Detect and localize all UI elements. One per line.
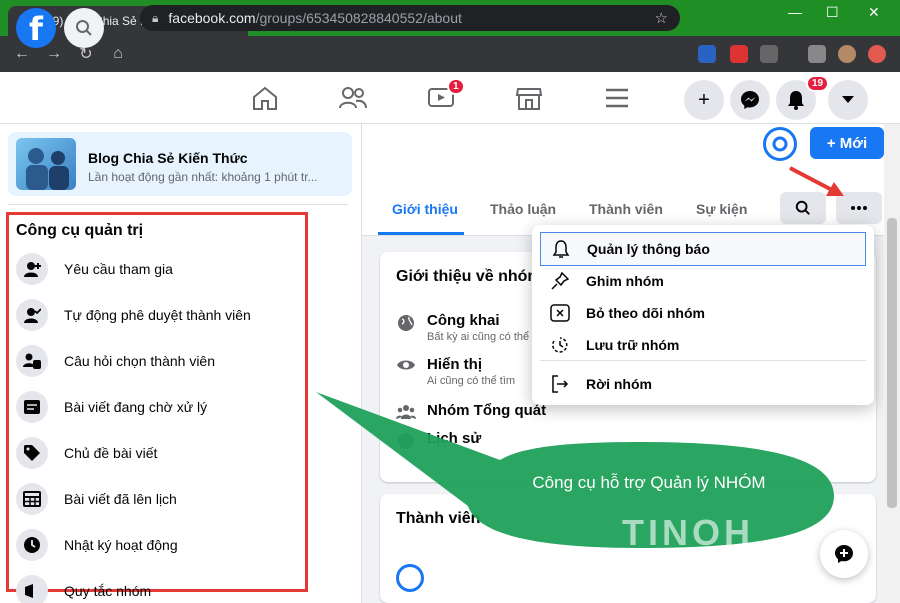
menu-item-archive-group[interactable]: Lưu trữ nhóm [540,328,866,362]
menu-item-label: Ghim nhóm [586,273,664,289]
watermark-text: TINOH [622,512,754,553]
menu-item-label: Rời nhóm [586,376,652,392]
unfollow-icon [548,304,572,322]
bell-icon [549,239,573,259]
group-options-menu: Quản lý thông báo Ghim nhóm Bỏ theo dõi … [532,225,874,405]
menu-item-label: Quản lý thông báo [587,241,710,257]
menu-item-unfollow-group[interactable]: Bỏ theo dõi nhóm [540,296,866,330]
pin-icon [548,272,572,290]
menu-divider [540,360,866,361]
leave-icon [548,375,572,393]
new-message-button[interactable] [820,530,868,578]
menu-item-label: Lưu trữ nhóm [586,337,680,353]
scrollbar-thumb[interactable] [887,218,897,508]
menu-item-manage-notifications[interactable]: Quản lý thông báo [540,232,866,266]
menu-item-label: Bỏ theo dõi nhóm [586,305,705,321]
callout-text: Công cụ hỗ trợ Quản lý NHÓM [532,473,766,492]
menu-item-leave-group[interactable]: Rời nhóm [540,367,866,401]
menu-item-pin-group[interactable]: Ghim nhóm [540,264,866,298]
red-arrow-icon [789,166,844,196]
compose-chat-icon [835,545,853,563]
archive-icon [548,336,572,354]
